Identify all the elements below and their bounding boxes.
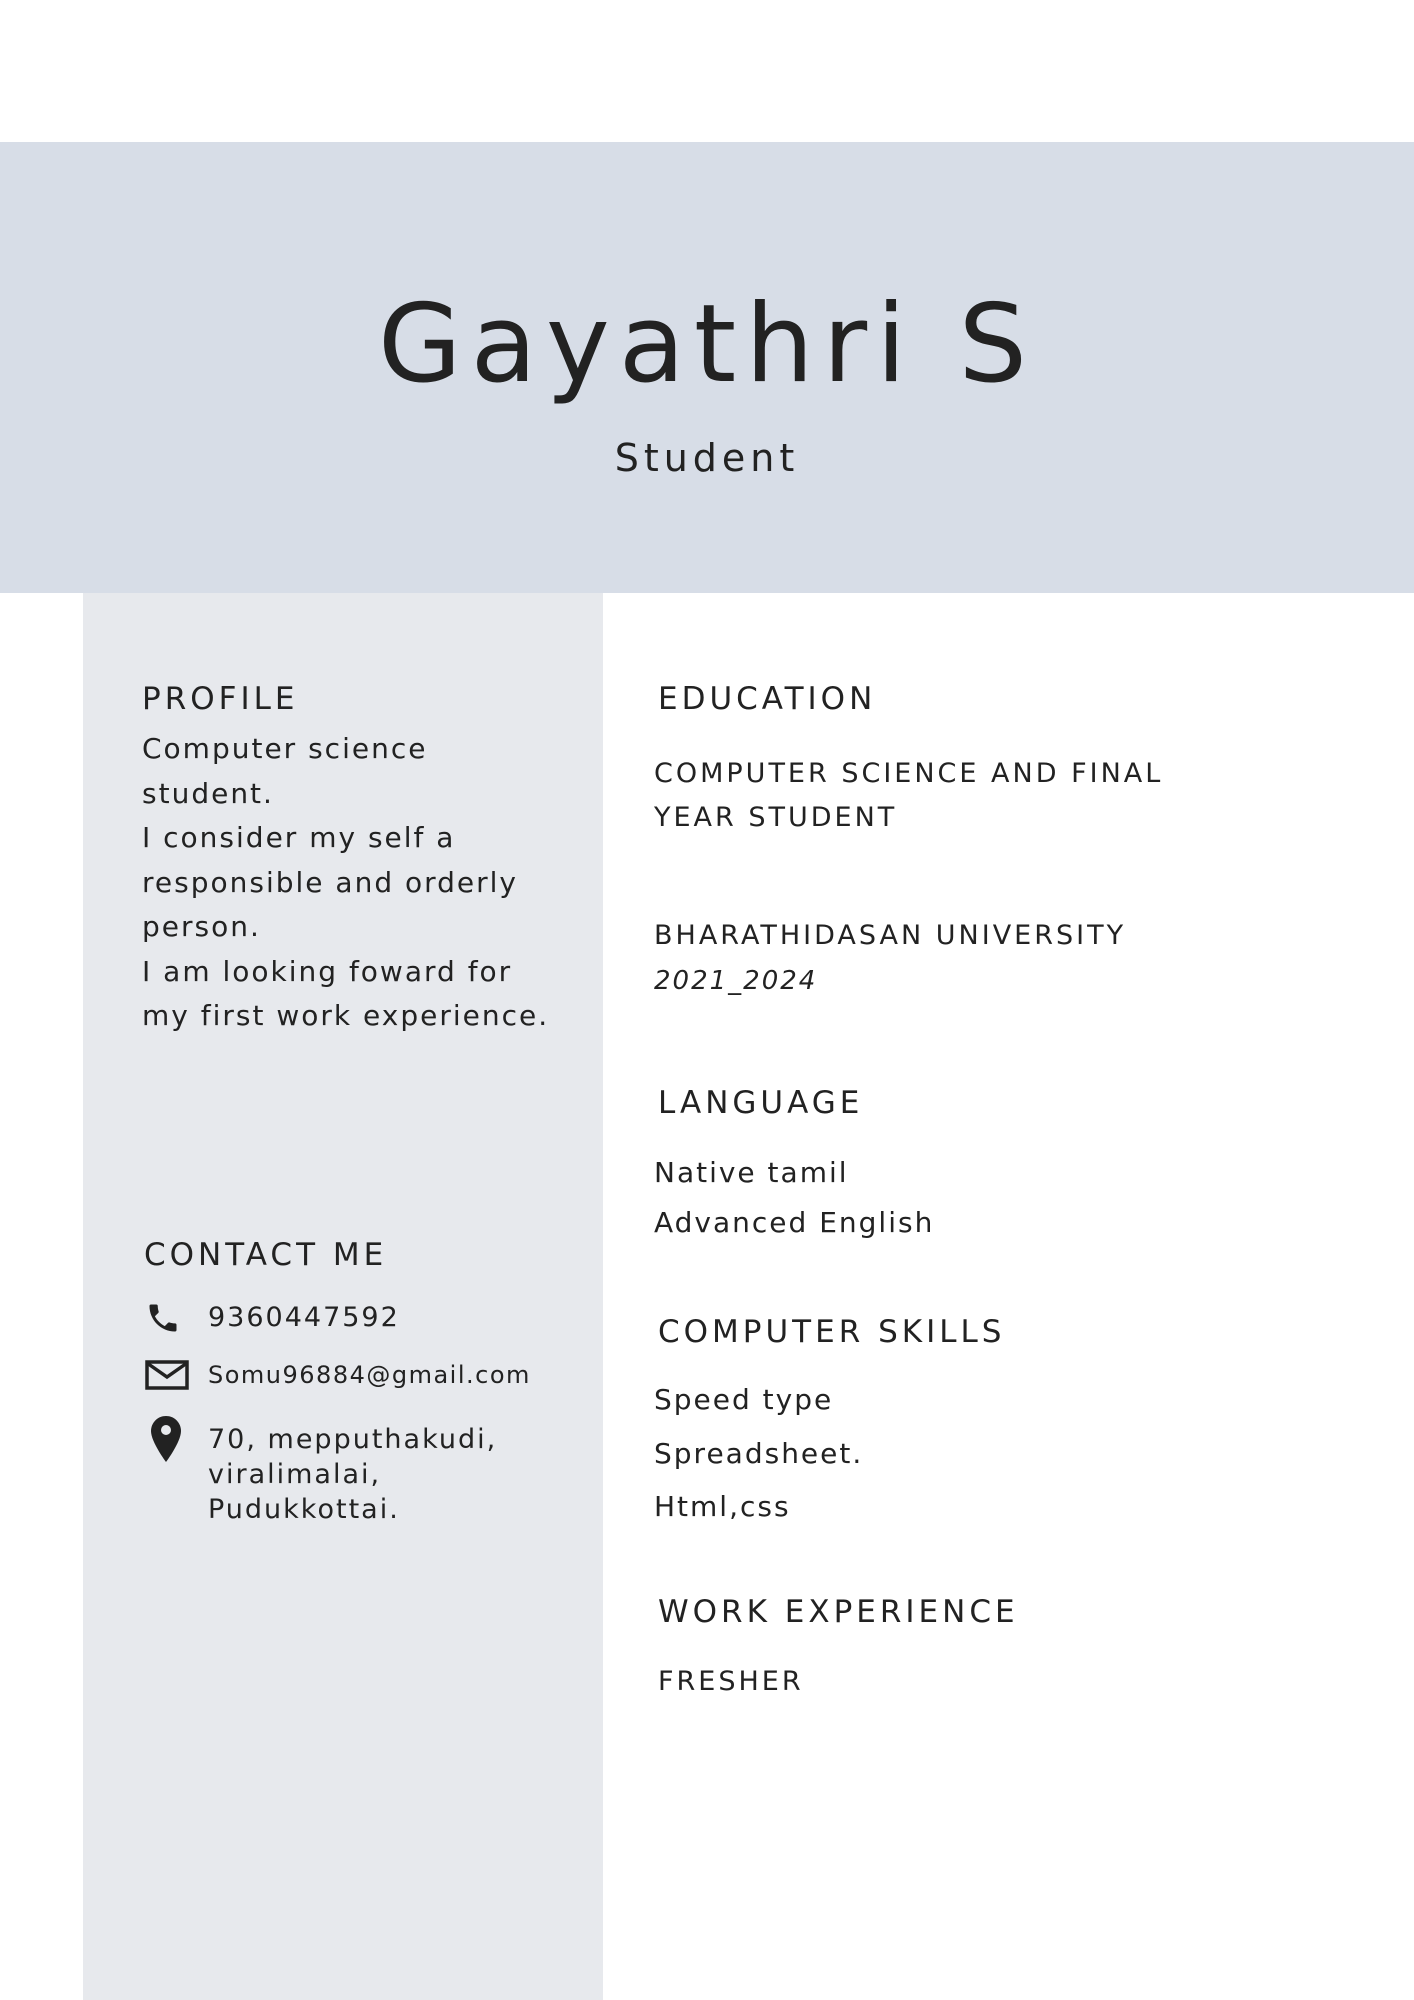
language-item: Advanced English (654, 1206, 935, 1239)
phone-icon (145, 1300, 181, 1340)
skill-item: Spreadsheet. (654, 1436, 864, 1470)
language-list: Native tamil Advanced English (654, 1148, 934, 1248)
education-university: BHARATHIDASAN UNIVERSITY (654, 920, 1127, 951)
skill-item: Speed type (654, 1383, 834, 1416)
skills-list: Speed type Spreadsheet. Html,css (654, 1373, 863, 1534)
address-line: Pudukkottai. (208, 1494, 400, 1525)
candidate-role: Student (614, 436, 800, 480)
work-heading: WORK EXPERIENCE (658, 1594, 1019, 1630)
skill-item: Html,css (654, 1490, 791, 1523)
profile-text: Computer science student. I consider my … (142, 727, 549, 1039)
phone-number: 9360447592 (208, 1302, 400, 1333)
address-line: 70, mepputhakudi, (208, 1424, 498, 1455)
envelope-icon (145, 1360, 189, 1394)
profile-line: I consider my self a (142, 821, 456, 854)
profile-heading: PROFILE (142, 681, 299, 717)
language-item: Native tamil (654, 1156, 849, 1189)
postal-address: 70, mepputhakudi, viralimalai, Pudukkott… (208, 1422, 497, 1527)
education-years: 2021_2024 (654, 966, 818, 996)
work-value: FRESHER (658, 1666, 804, 1697)
profile-line: Computer science (142, 732, 428, 765)
profile-line: person. (142, 910, 261, 943)
contact-heading: CONTACT ME (144, 1237, 388, 1273)
profile-line: student. (142, 776, 274, 810)
candidate-name: Gayathri S (377, 282, 1037, 407)
profile-line: I am looking foward for (142, 954, 513, 988)
profile-line: my first work experience. (142, 999, 550, 1032)
skills-heading: COMPUTER SKILLS (658, 1314, 1006, 1350)
education-degree: COMPUTER SCIENCE AND FINAL YEAR STUDENT (654, 752, 1163, 840)
education-heading: EDUCATION (658, 681, 877, 717)
address-line: viralimalai, (208, 1459, 382, 1490)
degree-line: YEAR STUDENT (654, 802, 898, 833)
degree-line: COMPUTER SCIENCE AND FINAL (654, 758, 1164, 789)
profile-line: responsible and orderly (142, 865, 518, 899)
map-pin-icon (151, 1416, 181, 1466)
email-address: Somu96884@gmail.com (208, 1361, 531, 1389)
language-heading: LANGUAGE (658, 1085, 864, 1121)
